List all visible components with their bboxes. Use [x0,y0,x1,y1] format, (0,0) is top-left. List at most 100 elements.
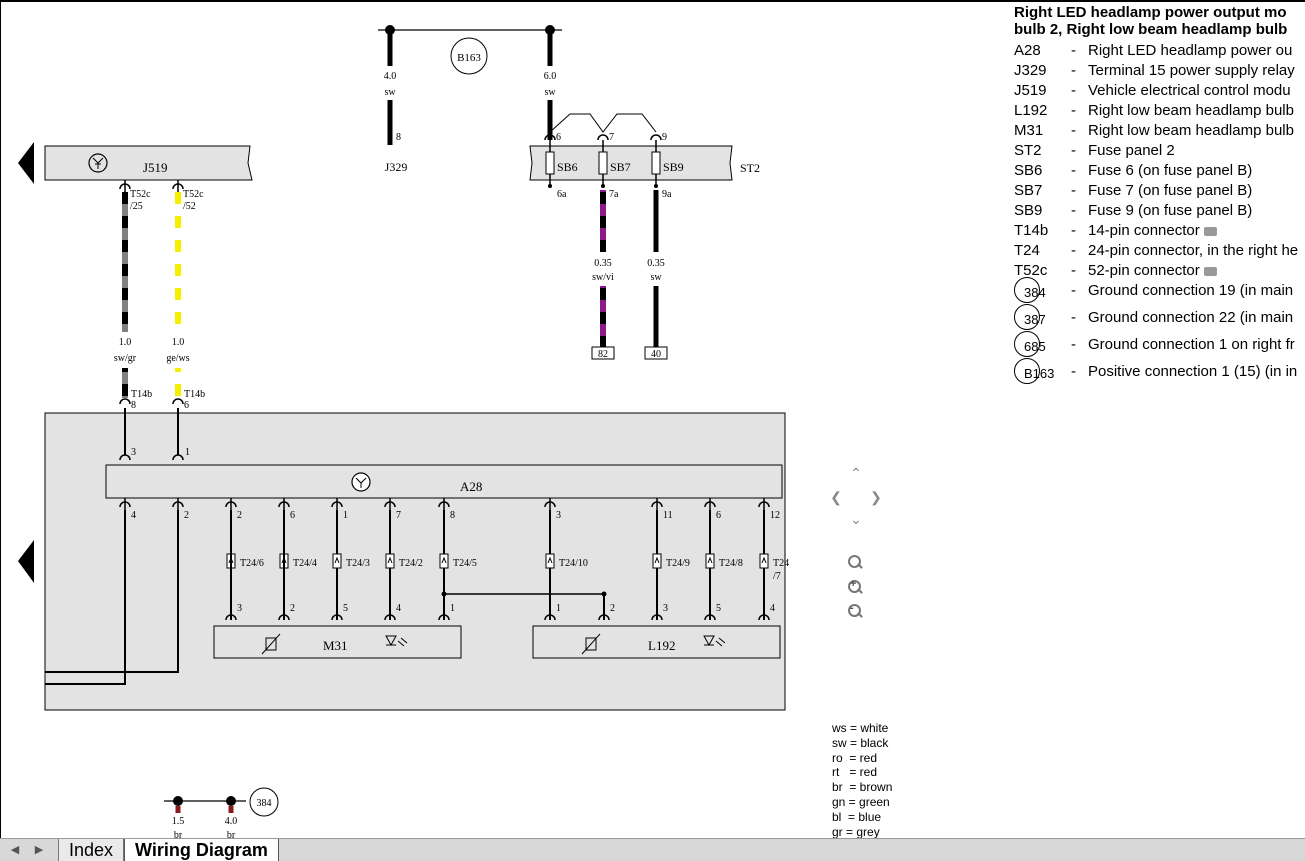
connector-box [545,553,555,569]
legend-description: Positive connection 1 (15) (in in [1088,363,1298,380]
color-key-entry: ws = white [832,721,889,735]
color-key-entry: gn = green [832,794,890,809]
connector-box [759,553,769,569]
sb6-label: SB6 [557,160,578,174]
pin-number: 9a [662,189,672,200]
legend-code: SB6 [1014,162,1043,179]
legend-dash: - [1071,142,1076,159]
t24-connector-label: T24/6 [240,558,264,569]
st2-fuse-panel [529,113,733,188]
connector-pin-symbol [172,398,184,405]
t24-connector-label: T24 [773,558,789,569]
control-unit-icon [351,472,371,492]
connector-pin: /52 [183,201,196,212]
wire-color: sw [650,272,662,283]
legend-title-line1: Right LED headlamp power output mo [1014,4,1287,21]
color-key-entry: rt = red [832,765,878,780]
legend-code: L192 [1014,102,1048,119]
t24-connector-label: T24/2 [399,558,423,569]
wire-size: 1.5 [172,816,185,827]
wire-color: ge/ws [166,353,189,364]
pin-number: 7a [609,189,619,200]
pin-number: 9 [662,132,667,143]
tab-wiring-diagram[interactable]: Wiring Diagram [124,839,279,861]
pan-left-icon[interactable]: ❮ [828,490,844,504]
legend-dash: - [1071,122,1076,139]
wire-sw-vi [600,190,606,252]
a28-module [105,464,783,499]
pin-number: 6a [557,189,567,200]
legend-description: 52-pin connector [1088,261,1217,281]
m31-pin-number: 1 [450,603,455,614]
l192-pin-number: 3 [663,603,668,614]
pin-number: 7 [609,132,614,143]
legend-code: T14b [1014,222,1049,239]
pin-number: 2 [237,510,242,521]
legend-description: Vehicle electrical control modu [1088,82,1291,99]
color-key-entry: br = brown [832,780,893,795]
component-legend: Right LED headlamp power output mo bulb … [1014,4,1305,384]
l192-pin-number: 2 [610,603,615,614]
reference-number: 40 [651,349,661,360]
legend-code: M31 [1014,122,1044,139]
connector-label: T52c [183,189,204,200]
legend-description: Fuse 9 (on fuse panel B) [1088,202,1253,219]
legend-description: Right low beam headlamp bulb [1088,102,1294,119]
pan-right-icon[interactable]: ❯ [868,490,884,504]
legend-dash: - [1071,336,1076,353]
legend-dash: - [1071,309,1076,326]
camera-icon[interactable] [1203,226,1217,236]
color-key-entry: sw = black [832,735,889,750]
pin-number: 4 [131,510,136,521]
legend-dash: - [1071,82,1076,99]
ground-number: 384 [1024,285,1046,300]
wire-color-key: ws = white sw = black ro = red rt = red br =… [832,721,892,839]
pin-number: 6 [290,510,295,521]
zoom-out-icon[interactable]: - [848,602,863,618]
j519-module [18,142,253,184]
legend-dash: - [1071,162,1076,179]
zoom-fit-icon[interactable] [848,555,863,569]
pin-number: 6 [556,132,561,143]
m31-pin-number: 2 [290,603,295,614]
connector-pin: 6 [184,400,189,411]
legend-dash: - [1071,102,1076,119]
legend-dash: - [1071,62,1076,79]
legend-description: Ground connection 22 (in main [1088,309,1294,326]
pan-down-icon[interactable]: ⌄ [848,512,864,526]
wire-color: sw [384,87,396,98]
pan-up-icon[interactable]: ⌃ [848,466,864,480]
connector-pin: 8 [131,400,136,411]
legend-dash: - [1071,202,1076,219]
legend-code: ST2 [1014,142,1042,159]
zoom-in-icon[interactable]: + [848,578,863,594]
tab-scroll-left-icon[interactable]: ◀ [6,842,24,859]
wire-color: br [227,830,236,838]
sb7-label: SB7 [610,160,631,174]
legend-dash: - [1071,222,1076,239]
wire-sw-gr [122,368,128,398]
wire-color: sw/vi [592,272,614,283]
tab-scroll-right-icon[interactable]: ▶ [30,842,48,859]
legend-description: Fuse 7 (on fuse panel B) [1088,182,1253,199]
connector-pin: /25 [130,201,143,212]
legend-dash: - [1071,363,1076,380]
t24-connector-label: T24/8 [719,558,743,569]
pin-number: 1 [343,510,348,521]
j329-label: J329 [385,160,408,174]
color-key-entry: ro = red [832,750,878,765]
connector-box [385,553,395,569]
wire-color: br [174,830,183,838]
camera-icon[interactable] [1203,266,1217,276]
wire-sw-vi [600,286,606,347]
ground-label: 384 [257,798,272,809]
ground-number: B163 [1024,366,1055,381]
wiring-diagram-canvas[interactable]: B163 4.0 sw 6.0 sw 8 J329 SB6 SB7 SB9 ST… [0,0,1000,838]
tab-index[interactable]: Index [58,839,125,861]
connector-box [652,553,662,569]
t24-connector-label: T24/9 [666,558,690,569]
wire-ge-ws [175,368,181,398]
ground-number: 685 [1024,339,1046,354]
legend-code: A28 [1014,42,1041,59]
continuation-arrow-icon [18,540,34,583]
